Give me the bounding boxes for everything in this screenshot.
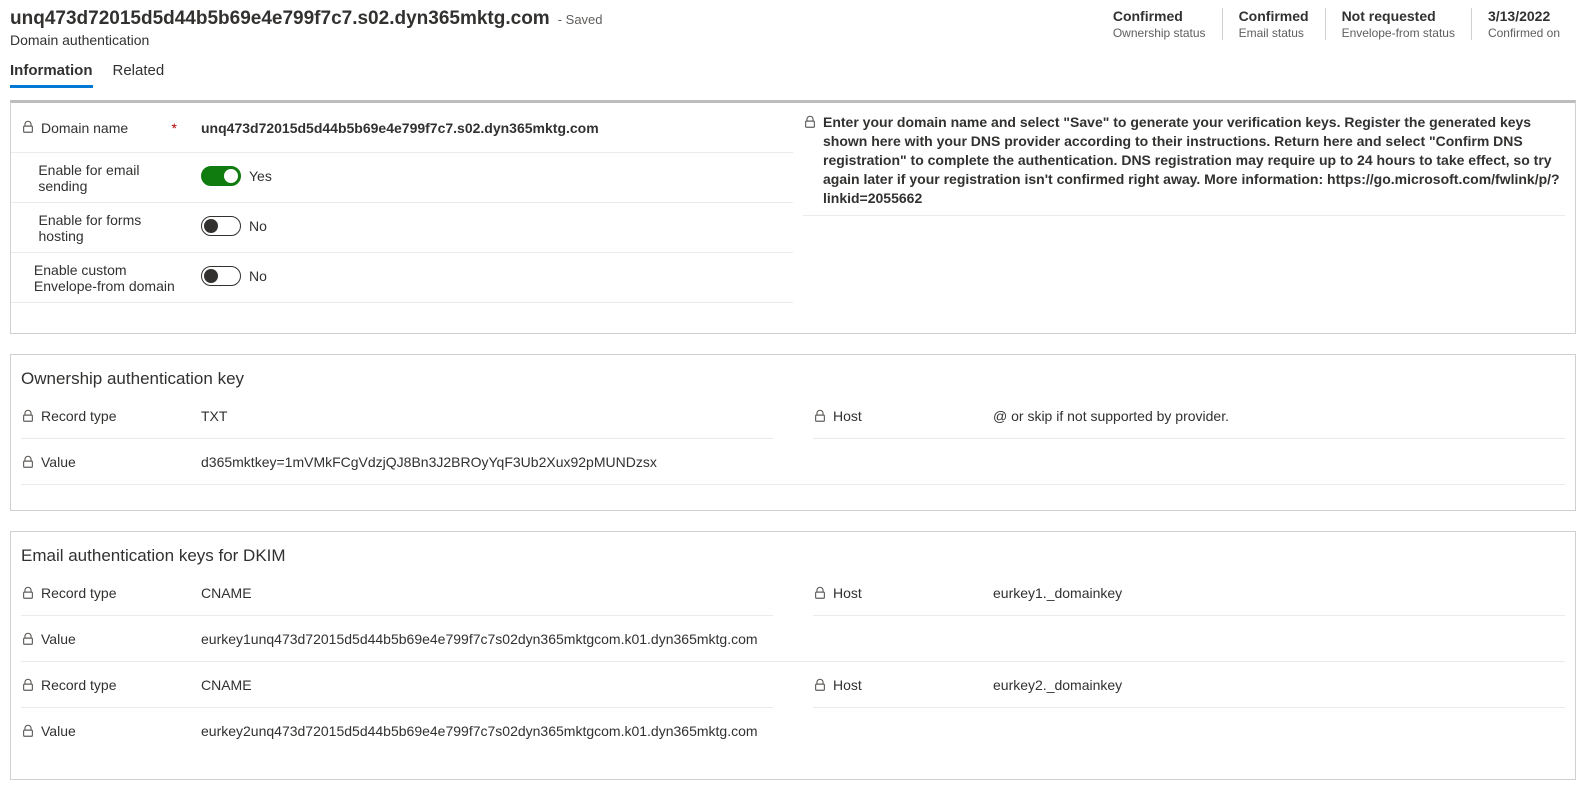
- dkim-panel: Email authentication keys for DKIM Recor…: [10, 531, 1576, 780]
- page-subtitle: Domain authentication: [10, 32, 1097, 48]
- dkim-rec2-type-value[interactable]: CNAME: [191, 677, 773, 693]
- dkim-title: Email authentication keys for DKIM: [21, 546, 1565, 566]
- enable-envelope-toggle[interactable]: [201, 266, 241, 286]
- form-right-column: Enter your domain name and select "Save"…: [793, 103, 1575, 333]
- enable-forms-label: Enable for forms hosting: [39, 212, 185, 244]
- enable-envelope-row: Enable custom Envelope-from domain No: [11, 253, 793, 303]
- header-status-group: Confirmed Ownership status Confirmed Ema…: [1097, 8, 1576, 40]
- help-text: Enter your domain name and select "Save"…: [823, 113, 1565, 207]
- value-label: Value: [41, 723, 76, 739]
- enable-email-row: Enable for email sending Yes: [11, 153, 793, 203]
- dkim-rec2-host-value[interactable]: eurkey2._domainkey: [983, 677, 1565, 693]
- dkim-rec2-host-row: Host eurkey2._domainkey: [813, 662, 1565, 708]
- enable-forms-value: No: [249, 218, 267, 234]
- host-label: Host: [833, 408, 862, 424]
- ownership-host-value[interactable]: @ or skip if not supported by provider.: [983, 408, 1565, 424]
- ownership-value-row: Value d365mktkey=1mVMkFCgVdzjQJ8Bn3J2BRO…: [21, 439, 1565, 485]
- ownership-host-row: Host @ or skip if not supported by provi…: [813, 393, 1565, 439]
- tab-bar: Information Related: [0, 48, 1586, 88]
- enable-email-toggle[interactable]: [201, 166, 241, 186]
- tab-related[interactable]: Related: [113, 62, 165, 88]
- dkim-rec2-type-row: Record type CNAME: [21, 662, 773, 708]
- saved-label: - Saved: [558, 12, 603, 27]
- ownership-record-type-row: Record type TXT: [21, 393, 773, 439]
- enable-email-label: Enable for email sending: [38, 162, 185, 194]
- dkim-rec1-host-row: Host eurkey1._domainkey: [813, 570, 1565, 616]
- main-form-panel: Domain name * unq473d72015d5d44b5b69e4e7…: [10, 100, 1576, 334]
- form-left-column: Domain name * unq473d72015d5d44b5b69e4e7…: [11, 103, 793, 333]
- ownership-title: Ownership authentication key: [21, 369, 1565, 389]
- record-type-label: Record type: [41, 408, 116, 424]
- host-label: Host: [833, 585, 862, 601]
- status-ownership: Confirmed Ownership status: [1097, 8, 1222, 40]
- dkim-rec2-value-row: Value eurkey2unq473d72015d5d44b5b69e4e79…: [21, 708, 1565, 754]
- lock-icon: [813, 678, 827, 692]
- ownership-record-type-value[interactable]: TXT: [191, 408, 773, 424]
- status-label: Ownership status: [1113, 26, 1206, 40]
- status-label: Confirmed on: [1488, 26, 1560, 40]
- enable-forms-row: Enable for forms hosting No: [11, 203, 793, 253]
- required-indicator: *: [172, 120, 185, 136]
- host-label: Host: [833, 677, 862, 693]
- domain-name-row: Domain name * unq473d72015d5d44b5b69e4e7…: [11, 103, 793, 153]
- page-header: unq473d72015d5d44b5b69e4e799f7c7.s02.dyn…: [0, 0, 1586, 48]
- record-type-label: Record type: [41, 677, 116, 693]
- domain-name-label: Domain name: [41, 120, 128, 136]
- enable-forms-toggle[interactable]: [201, 216, 241, 236]
- dkim-rec1-value-row: Value eurkey1unq473d72015d5d44b5b69e4e79…: [21, 616, 1565, 662]
- lock-icon: [21, 409, 35, 423]
- dkim-rec1-host-value[interactable]: eurkey1._domainkey: [983, 585, 1565, 601]
- status-value: Confirmed: [1239, 8, 1309, 24]
- record-type-label: Record type: [41, 585, 116, 601]
- enable-envelope-value: No: [249, 268, 267, 284]
- value-label: Value: [41, 454, 76, 470]
- status-confirmed-on: 3/13/2022 Confirmed on: [1471, 8, 1576, 40]
- lock-icon: [21, 586, 35, 600]
- help-text-row: Enter your domain name and select "Save"…: [803, 113, 1565, 216]
- lock-icon: [21, 678, 35, 692]
- dkim-rec1-type-value[interactable]: CNAME: [191, 585, 773, 601]
- domain-name-value[interactable]: unq473d72015d5d44b5b69e4e799f7c7.s02.dyn…: [191, 120, 783, 136]
- lock-icon: [813, 409, 827, 423]
- lock-icon: [803, 113, 817, 207]
- lock-icon: [21, 724, 35, 738]
- lock-icon: [21, 455, 35, 469]
- status-envelope: Not requested Envelope-from status: [1325, 8, 1471, 40]
- lock-icon: [813, 586, 827, 600]
- status-label: Email status: [1239, 26, 1309, 40]
- status-value: Not requested: [1342, 8, 1455, 24]
- page-title: unq473d72015d5d44b5b69e4e799f7c7.s02.dyn…: [10, 8, 550, 30]
- enable-email-value: Yes: [249, 168, 272, 184]
- ownership-value-value[interactable]: d365mktkey=1mVMkFCgVdzjQJ8Bn3J2BROyYqF3U…: [191, 454, 1565, 470]
- status-label: Envelope-from status: [1342, 26, 1455, 40]
- header-left: unq473d72015d5d44b5b69e4e799f7c7.s02.dyn…: [10, 8, 1097, 48]
- enable-envelope-label: Enable custom Envelope-from domain: [34, 262, 185, 294]
- value-label: Value: [41, 631, 76, 647]
- dkim-rec1-value-value[interactable]: eurkey1unq473d72015d5d44b5b69e4e799f7c7s…: [191, 631, 1565, 647]
- dkim-rec2-value-value[interactable]: eurkey2unq473d72015d5d44b5b69e4e799f7c7s…: [191, 723, 1565, 739]
- lock-icon: [21, 120, 35, 134]
- lock-icon: [21, 632, 35, 646]
- status-email: Confirmed Email status: [1222, 8, 1325, 40]
- dkim-rec1-type-row: Record type CNAME: [21, 570, 773, 616]
- status-value: Confirmed: [1113, 8, 1206, 24]
- ownership-panel: Ownership authentication key Record type…: [10, 354, 1576, 511]
- status-value: 3/13/2022: [1488, 8, 1560, 24]
- tab-information[interactable]: Information: [10, 62, 93, 88]
